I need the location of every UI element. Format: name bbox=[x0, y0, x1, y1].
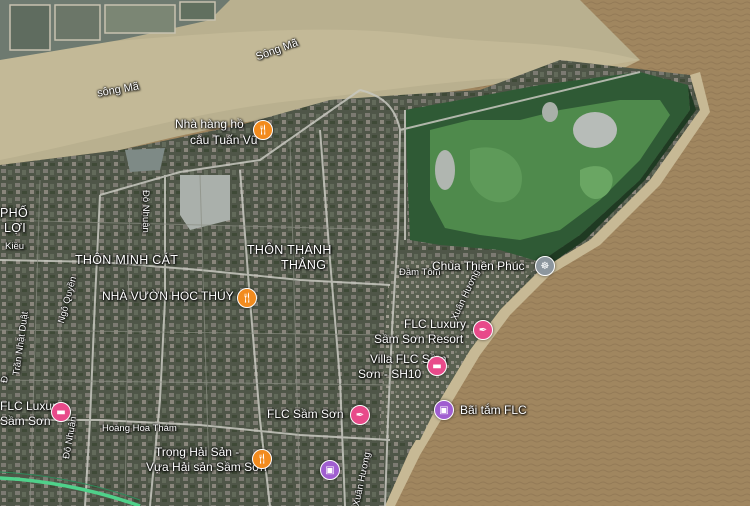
area-label-thon-minh-cat: THÔN MINH CÁT bbox=[75, 253, 179, 267]
resort-icon[interactable]: ✒ bbox=[350, 405, 370, 425]
poi-label-bai-tam-flc[interactable]: Bãi tắm FLC bbox=[460, 403, 527, 417]
satellite-map[interactable]: Sông Mã sông Mã PHỐ LỢI THÔN MINH CÁT TH… bbox=[0, 0, 750, 506]
beach-camera-icon[interactable]: ▣ bbox=[320, 460, 340, 480]
area-label-thon-thanh-thang-2: THẮNG bbox=[281, 258, 327, 272]
poi-label-flc-luxury-sam-son-2[interactable]: Sầm Sơn bbox=[0, 414, 51, 428]
poi-label-flc-sam-son[interactable]: FLC Sầm Sơn bbox=[267, 407, 344, 421]
fork-knife-icon[interactable]: 🍴︎ bbox=[253, 120, 273, 140]
poi-label-chua-thien-phuc[interactable]: Chùa Thiên Phúc bbox=[432, 259, 525, 273]
resort-icon[interactable]: ✒ bbox=[473, 320, 493, 340]
area-label-thon-thanh-thang: THÔN THÀNH bbox=[247, 243, 332, 257]
poi-label-flc-luxury-resort[interactable]: FLC Luxury bbox=[404, 317, 466, 331]
area-label-pho-loi: PHỐ bbox=[0, 206, 28, 220]
road-label-hoang-hoa-tham: Hoàng Hoa Thám bbox=[102, 423, 177, 434]
poi-label-flc-luxury-resort-2[interactable]: Sầm Sơn Resort bbox=[374, 332, 463, 346]
fork-knife-icon[interactable]: 🍴︎ bbox=[237, 288, 257, 308]
road-label-kieu: Kiều bbox=[5, 241, 25, 252]
poi-label-trong-hai-san-2[interactable]: Vựa Hải sản Sầm Sơn bbox=[146, 460, 267, 474]
buddhist-temple-icon[interactable]: ☸ bbox=[535, 256, 555, 276]
beach-camera-icon[interactable]: ▣ bbox=[434, 400, 454, 420]
poi-label-villa-flc-2[interactable]: Sơn - SH10 bbox=[358, 367, 421, 381]
area-label-pho-loi-2: LỢI bbox=[4, 221, 27, 235]
poi-label-nha-hang-ho-cau[interactable]: Nhà hàng hồ bbox=[175, 117, 244, 131]
road-label-do-nhuan: Đô Nhuận bbox=[140, 190, 151, 233]
bed-icon[interactable]: ▬ bbox=[51, 402, 71, 422]
poi-label-nha-hang-ho-cau-2[interactable]: câu Tuấn Vũ bbox=[190, 133, 257, 147]
bed-icon[interactable]: ▬ bbox=[427, 356, 447, 376]
poi-label-nha-vuon-hoc-thuy[interactable]: NHÀ VƯỜN HỌC THÚY bbox=[102, 289, 234, 303]
fork-knife-icon[interactable]: 🍴︎ bbox=[252, 449, 272, 469]
poi-label-trong-hai-san[interactable]: Trọng Hải Sản - bbox=[155, 445, 239, 459]
